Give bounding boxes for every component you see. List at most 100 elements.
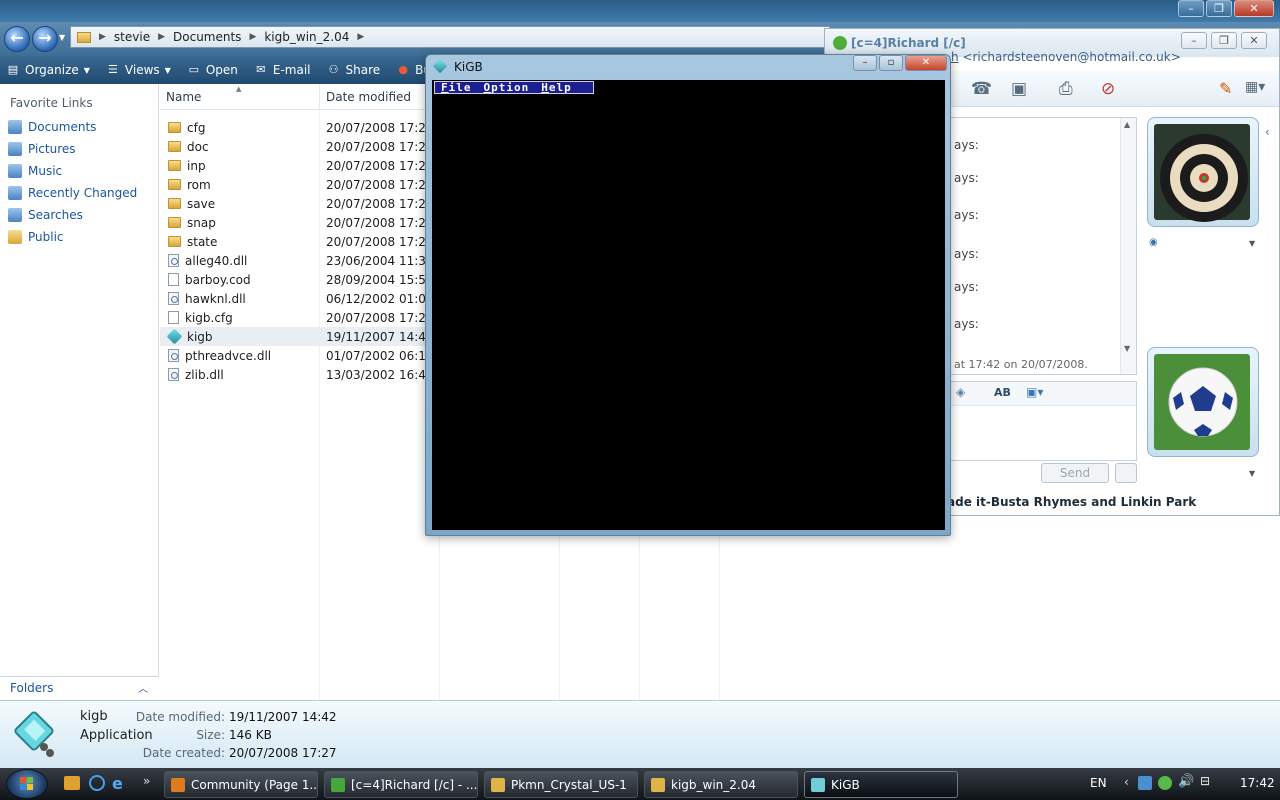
menu-help[interactable]: Help <box>535 82 578 93</box>
recent-pages-chevron-icon[interactable]: ▼ <box>59 33 65 42</box>
maximize-icon[interactable]: ▫ <box>879 55 903 71</box>
file-name-cell: pthreadvce.dll <box>160 349 320 363</box>
menu-file[interactable]: File <box>435 82 478 93</box>
start-button[interactable] <box>6 769 48 799</box>
my-display-picture[interactable] <box>1147 347 1259 457</box>
taskbar-button[interactable]: kigb_win_2.04 <box>644 771 798 798</box>
explorer-window-buttons: – ❐ ✕ <box>1178 0 1274 18</box>
contact-personal-message: ade it-Busta Rhymes and Linkin Park <box>947 495 1197 509</box>
breadcrumb-item[interactable]: Documents <box>173 30 241 44</box>
email-button[interactable]: ✉ E-mail <box>254 63 311 77</box>
views-button[interactable]: ☰ Views ▼ <box>106 63 171 77</box>
chevron-up-icon[interactable]: ︿ <box>138 680 148 695</box>
kigb-title: KiGB <box>454 60 483 74</box>
network-icon[interactable] <box>1138 776 1152 790</box>
maximize-icon[interactable]: ❐ <box>1206 0 1232 17</box>
address-bar[interactable]: ▶ stevie ▶ Documents ▶ kigb_win_2.04 ▶ <box>70 26 830 48</box>
quick-launch-overflow-icon[interactable]: » <box>143 774 150 788</box>
folder-icon <box>77 31 91 43</box>
menu-options-icon[interactable]: ▦▾ <box>1245 79 1265 95</box>
breadcrumb-chevron-icon[interactable]: ▶ <box>99 32 106 42</box>
taskbar-button[interactable]: Pkmn_Crystal_US-1 <box>484 771 638 798</box>
nav-item-recently-changed[interactable]: Recently Changed <box>0 182 158 204</box>
share-button[interactable]: ⚇ Share <box>327 63 381 77</box>
search-icon[interactable] <box>1115 463 1137 483</box>
share-label: Share <box>345 63 381 77</box>
scroll-up-icon[interactable]: ▲ <box>1124 120 1130 129</box>
nav-item-documents[interactable]: Documents <box>0 116 158 138</box>
safely-remove-icon[interactable]: ⊟ <box>1200 774 1210 788</box>
breadcrumb-chevron-icon[interactable]: ▶ <box>158 32 165 42</box>
breadcrumb-chevron-icon[interactable]: ▶ <box>249 32 256 42</box>
media-player-icon[interactable] <box>64 776 80 790</box>
date-modified-label: Date modified: <box>135 710 225 724</box>
volume-icon[interactable]: 🔊 <box>1178 774 1194 789</box>
close-icon[interactable]: ✕ <box>1241 32 1267 49</box>
folders-toggle[interactable]: Folders ︿ <box>0 676 159 700</box>
scroll-down-icon[interactable]: ▼ <box>1124 344 1130 353</box>
webcam-icon[interactable]: ◉ <box>1149 237 1158 248</box>
minimize-icon[interactable]: – <box>853 55 877 71</box>
dartboard-picture <box>1154 124 1250 222</box>
font-icon[interactable]: AB <box>994 386 1011 399</box>
file-name-cell: hawknl.dll <box>160 292 320 306</box>
details-pane: kigb Application Date modified: 19/11/20… <box>0 700 1280 768</box>
email-label: E-mail <box>272 63 311 77</box>
taskbar-button-label: [c=4]Richard [/c] - ... <box>351 777 478 792</box>
open-button[interactable]: ▭ Open <box>187 63 238 77</box>
minimize-icon[interactable]: – <box>1178 0 1204 17</box>
kigb-titlebar[interactable]: KiGB – ▫ ✕ <box>426 55 950 79</box>
video-icon[interactable]: ▣ <box>1011 79 1027 99</box>
chevron-down-icon[interactable]: ▼ <box>1249 469 1255 478</box>
collapse-panel-icon[interactable]: ‹ <box>1265 125 1270 139</box>
taskbar-button[interactable]: KiGB <box>804 771 958 798</box>
chevron-down-icon[interactable]: ▼ <box>1249 239 1255 248</box>
breadcrumb-item[interactable]: stevie <box>114 30 150 44</box>
tray-expand-icon[interactable]: ‹ <box>1124 775 1129 789</box>
taskbar-button[interactable]: [c=4]Richard [/c] - ... <box>324 771 478 798</box>
nudge-icon[interactable]: ◈ <box>956 385 965 399</box>
block-contact-icon[interactable]: ⊘ <box>1101 79 1115 99</box>
minimize-icon[interactable]: – <box>1181 32 1207 49</box>
close-icon[interactable]: ✕ <box>1234 0 1274 17</box>
file-name-cell: inp <box>160 159 320 173</box>
contact-display-picture[interactable] <box>1147 117 1259 227</box>
chevron-down-icon: ▼ <box>164 65 171 75</box>
menu-option[interactable]: Option <box>478 82 536 93</box>
nav-item-music[interactable]: Music <box>0 160 158 182</box>
nav-item-label: Recently Changed <box>28 186 138 200</box>
theme-brush-icon[interactable]: ✎ <box>1219 79 1232 98</box>
nav-item-public[interactable]: Public <box>0 226 158 248</box>
background-icon[interactable]: ▣▾ <box>1026 385 1043 399</box>
forward-arrow-icon[interactable]: → <box>32 26 58 52</box>
size-value: 146 KB <box>229 728 272 742</box>
emulator-screen[interactable]: File Option Help <box>432 80 945 530</box>
column-header-date-modified[interactable]: Date modified <box>320 84 440 110</box>
organize-button[interactable]: ▤ Organize ▼ <box>6 63 90 77</box>
pictures-icon <box>8 142 22 156</box>
language-indicator[interactable]: EN <box>1090 776 1107 790</box>
maximize-icon[interactable]: ❐ <box>1211 32 1237 49</box>
send-button[interactable]: Send <box>1041 463 1109 483</box>
phone-icon[interactable]: ☎ <box>971 79 992 99</box>
breadcrumb-item[interactable]: kigb_win_2.04 <box>264 30 349 44</box>
file-date-modified: 20/07/2008 17:27 <box>326 158 434 173</box>
breadcrumb-chevron-icon[interactable]: ▶ <box>357 32 364 42</box>
chat-scrollbar[interactable]: ▲ ▼ <box>1120 118 1136 374</box>
nav-item-pictures[interactable]: Pictures <box>0 138 158 160</box>
taskbar-button[interactable]: Community (Page 1... <box>164 771 318 798</box>
messenger-tray-icon[interactable] <box>1158 776 1172 790</box>
internet-explorer-icon[interactable]: e <box>112 774 123 793</box>
back-arrow-icon[interactable]: ← <box>4 26 30 52</box>
share-files-icon[interactable]: ⎙ <box>1059 79 1073 99</box>
contact-name-fragment[interactable]: h <box>951 50 959 64</box>
message-compose-area[interactable]: ◈ AB ▣▾ <box>947 381 1137 461</box>
quick-search-icon[interactable] <box>89 775 105 791</box>
nav-item-searches[interactable]: Searches <box>0 204 158 226</box>
folder-icon <box>168 236 181 247</box>
close-icon[interactable]: ✕ <box>905 55 947 71</box>
date-created-label: Date created: <box>142 746 225 760</box>
kigb-app-icon <box>14 711 54 757</box>
clock-time[interactable]: 17:42 <box>1240 776 1275 790</box>
file-name-cell: snap <box>160 216 320 230</box>
